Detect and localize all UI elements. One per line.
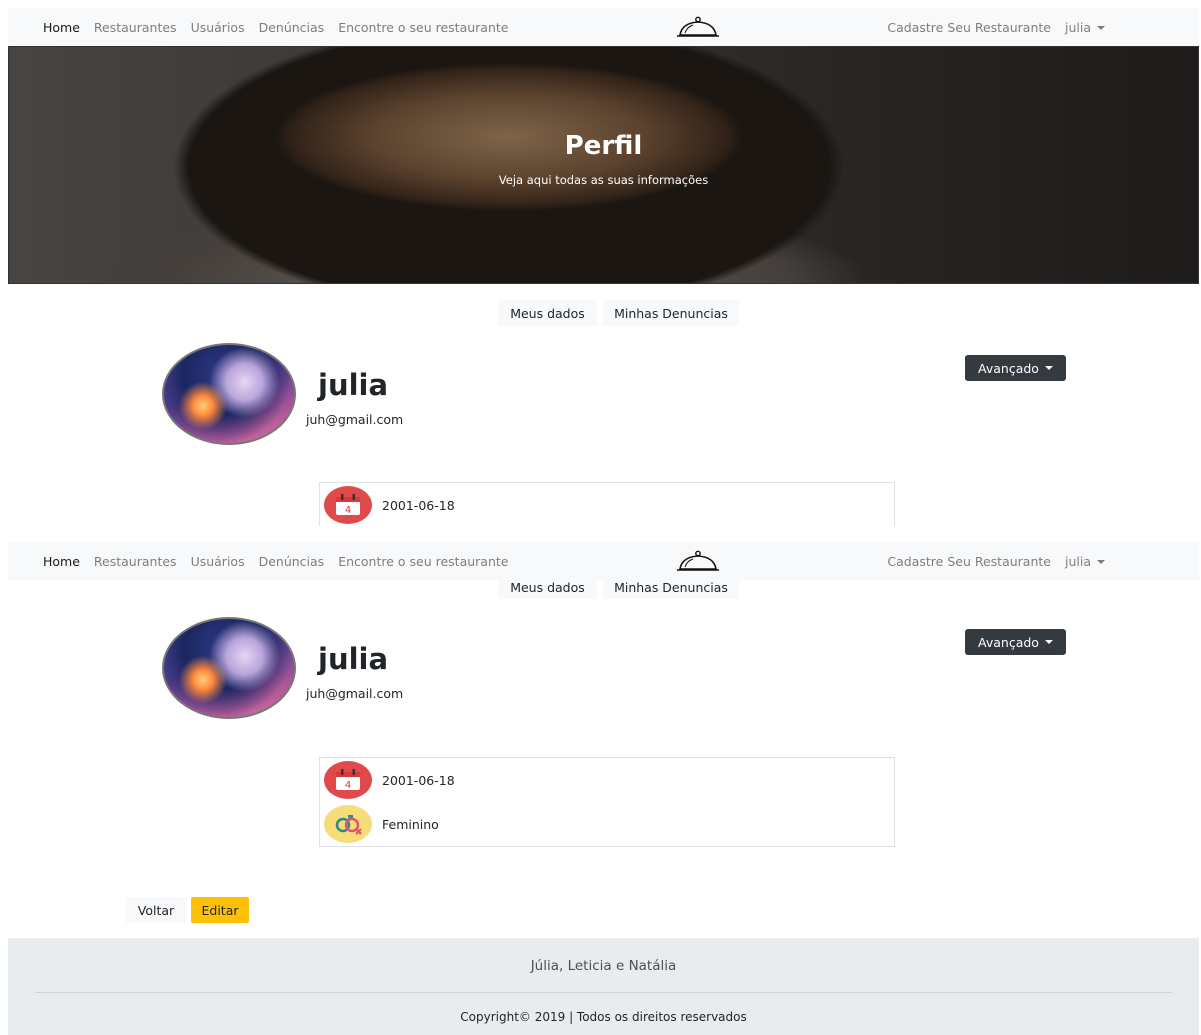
nav-home-link[interactable]: Home: [43, 20, 80, 35]
nav-find-restaurant-link[interactable]: Encontre o seu restaurante: [338, 20, 508, 35]
user-email: juh@gmail.com: [306, 412, 404, 427]
svg-text:4: 4: [345, 780, 351, 791]
calendar-icon: 4: [324, 486, 372, 524]
nav-right: Cadastre Seu Restaurante julia: [887, 554, 1105, 569]
advanced-label: Avançado: [978, 634, 1039, 650]
footer-divider: [35, 992, 1172, 993]
cloche-icon[interactable]: [676, 15, 720, 39]
register-restaurant-link[interactable]: Cadastre Seu Restaurante: [887, 20, 1051, 35]
nav-restaurants-link[interactable]: Restaurantes: [94, 554, 177, 569]
user-name: julia: [318, 368, 389, 402]
user-dropdown[interactable]: julia: [1065, 554, 1105, 569]
caret-down-icon: [1097, 26, 1105, 30]
nav-links: Home Restaurantes Usuários Denúncias Enc…: [43, 20, 508, 35]
page-subtitle: Veja aqui todas as suas informações: [498, 173, 709, 187]
user-dropdown-label: julia: [1064, 19, 1091, 35]
nav-right: Cadastre Seu Restaurante julia: [887, 20, 1105, 35]
caret-down-icon: [1044, 366, 1053, 370]
hero-banner: Perfil Veja aqui todas as suas informaçõ…: [8, 46, 1199, 284]
tab-my-reports[interactable]: Minhas Denuncias: [603, 580, 739, 599]
tab-my-data[interactable]: Meus dados: [498, 300, 597, 326]
nav-reports-link[interactable]: Denúncias: [259, 554, 325, 569]
user-email: juh@gmail.com: [306, 686, 404, 701]
advanced-dropdown-button[interactable]: Avançado: [965, 629, 1066, 655]
nav-find-restaurant-link[interactable]: Encontre o seu restaurante: [338, 554, 508, 569]
cloche-icon[interactable]: [676, 549, 720, 573]
birthdate-value: 2001-06-18: [382, 497, 455, 513]
birthdate-value: 2001-06-18: [382, 772, 455, 788]
footer: Júlia, Leticia e Natália Copyright© 2019…: [8, 938, 1199, 1035]
register-restaurant-link[interactable]: Cadastre Seu Restaurante: [887, 554, 1051, 569]
avatar: [162, 343, 296, 445]
caret-down-icon: [1097, 560, 1105, 564]
advanced-dropdown-button[interactable]: Avançado: [965, 355, 1066, 381]
gender-value: Feminino: [382, 816, 439, 832]
footer-copyright: Copyright© 2019 | Todos os direitos rese…: [460, 1010, 747, 1024]
info-box: 4 2001-06-18: [319, 482, 895, 526]
back-button[interactable]: Voltar: [126, 897, 186, 923]
caret-down-icon: [1044, 640, 1053, 644]
nav-restaurants-link[interactable]: Restaurantes: [94, 20, 177, 35]
tab-my-reports[interactable]: Minhas Denuncias: [603, 300, 739, 326]
nav-users-link[interactable]: Usuários: [191, 554, 245, 569]
user-dropdown[interactable]: julia: [1065, 20, 1105, 35]
user-name: julia: [318, 642, 389, 676]
gender-icon: [324, 805, 372, 843]
nav-home-link[interactable]: Home: [43, 554, 80, 569]
nav-links: Home Restaurantes Usuários Denúncias Enc…: [43, 554, 508, 569]
info-box: 4 2001-06-18 Feminino: [319, 757, 895, 847]
tab-my-data[interactable]: Meus dados: [498, 580, 597, 599]
edit-button[interactable]: Editar: [191, 897, 249, 923]
navbar-sticky: Home Restaurantes Usuários Denúncias Enc…: [8, 542, 1199, 580]
calendar-icon: 4: [324, 761, 372, 799]
gender-row: Feminino: [324, 805, 439, 843]
avatar: [162, 617, 296, 719]
svg-text:4: 4: [345, 505, 351, 516]
footer-authors: Júlia, Leticia e Natália: [530, 958, 677, 974]
birthdate-row: 4 2001-06-18: [324, 486, 455, 524]
nav-users-link[interactable]: Usuários: [191, 20, 245, 35]
user-dropdown-label: julia: [1064, 553, 1091, 569]
birthdate-row: 4 2001-06-18: [324, 761, 455, 799]
advanced-label: Avançado: [978, 360, 1039, 376]
navbar: Home Restaurantes Usuários Denúncias Enc…: [8, 8, 1199, 46]
nav-reports-link[interactable]: Denúncias: [259, 20, 325, 35]
page-title: Perfil: [564, 131, 643, 161]
